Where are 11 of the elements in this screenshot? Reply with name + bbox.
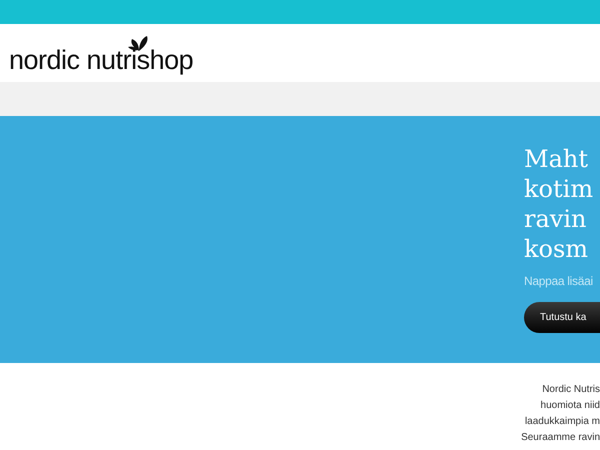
hero-heading-line: Maht [524,144,589,174]
hero-heading-line: kotim [524,174,594,204]
intro-text-line: laadukkaimpia m [524,415,600,429]
logo-text: nordic nutrishop [9,46,194,74]
intro-text-line: Nordic Nutris [542,383,600,397]
shop-button[interactable]: Tutustu ka [524,302,600,333]
hero-heading-line: kosm [524,234,590,264]
intro-text-line: huomiota niid [540,399,600,413]
hero-heading-line: ravin [524,204,588,234]
hero-subtitle: Nappaa lisäai [524,273,594,290]
intro-text-line: Seuraamme ravin [521,431,600,445]
